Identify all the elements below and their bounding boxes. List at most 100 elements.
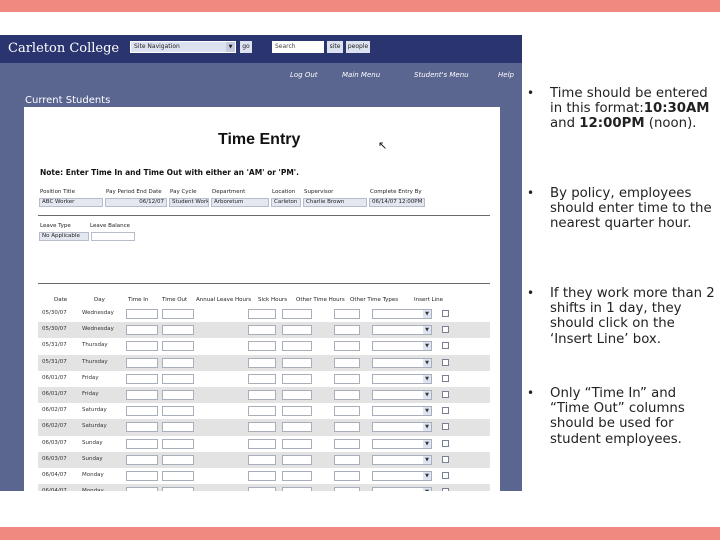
go-button[interactable]: go: [240, 41, 252, 53]
insert-line-checkbox[interactable]: [442, 326, 449, 334]
nav-main-menu[interactable]: Main Menu: [342, 71, 380, 79]
time-out-input[interactable]: [162, 325, 194, 336]
insert-line-checkbox[interactable]: [442, 342, 449, 350]
insert-line-checkbox[interactable]: [442, 374, 449, 382]
time-in-input[interactable]: [126, 325, 158, 336]
time-in-input[interactable]: [126, 438, 158, 449]
table-row: 06/01/07 Friday ▼: [38, 386, 490, 404]
annual-leave-input[interactable]: [248, 373, 276, 384]
time-out-input[interactable]: [162, 487, 194, 491]
other-time-type-select[interactable]: ▼: [372, 341, 432, 352]
insert-line-checkbox[interactable]: [442, 488, 449, 491]
time-out-input[interactable]: [162, 454, 194, 465]
time-out-input[interactable]: [162, 470, 194, 481]
other-time-hours-input[interactable]: [334, 406, 360, 417]
time-out-input[interactable]: [162, 357, 194, 368]
other-time-type-select[interactable]: ▼: [372, 325, 432, 336]
other-time-hours-input[interactable]: [334, 422, 360, 433]
bullet-icon: •: [527, 86, 535, 100]
site-navigation-select[interactable]: Site Navigation ▼: [130, 41, 236, 53]
time-in-input[interactable]: [126, 470, 158, 481]
other-time-type-select[interactable]: ▼: [372, 373, 432, 384]
other-time-type-select[interactable]: ▼: [372, 389, 432, 400]
sick-hours-input[interactable]: [282, 389, 312, 400]
sick-hours-input[interactable]: [282, 438, 312, 449]
sick-hours-input[interactable]: [282, 422, 312, 433]
insert-line-checkbox[interactable]: [442, 390, 449, 398]
sick-hours-input[interactable]: [282, 373, 312, 384]
annual-leave-input[interactable]: [248, 438, 276, 449]
sick-hours-input[interactable]: [282, 454, 312, 465]
other-time-type-select[interactable]: ▼: [372, 438, 432, 449]
nav-help[interactable]: Help: [498, 71, 514, 79]
other-time-hours-input[interactable]: [334, 438, 360, 449]
row-day: Thursday: [82, 342, 108, 349]
sick-hours-input[interactable]: [282, 487, 312, 491]
annual-leave-input[interactable]: [248, 422, 276, 433]
time-out-input[interactable]: [162, 389, 194, 400]
time-in-input[interactable]: [126, 406, 158, 417]
time-in-input[interactable]: [126, 454, 158, 465]
sick-hours-input[interactable]: [282, 357, 312, 368]
time-out-input[interactable]: [162, 373, 194, 384]
other-time-type-select[interactable]: ▼: [372, 487, 432, 491]
annual-leave-input[interactable]: [248, 325, 276, 336]
other-time-hours-input[interactable]: [334, 454, 360, 465]
sick-hours-input[interactable]: [282, 325, 312, 336]
other-time-hours-input[interactable]: [334, 389, 360, 400]
other-time-hours-input[interactable]: [334, 470, 360, 481]
sick-hours-input[interactable]: [282, 341, 312, 352]
other-time-type-select[interactable]: ▼: [372, 406, 432, 417]
other-time-type-select[interactable]: ▼: [372, 470, 432, 481]
other-time-type-select[interactable]: ▼: [372, 454, 432, 465]
time-in-input[interactable]: [126, 357, 158, 368]
time-in-input[interactable]: [126, 341, 158, 352]
time-in-input[interactable]: [126, 373, 158, 384]
other-time-hours-input[interactable]: [334, 325, 360, 336]
sick-hours-input[interactable]: [282, 406, 312, 417]
annual-leave-input[interactable]: [248, 389, 276, 400]
time-in-input[interactable]: [126, 389, 158, 400]
other-time-type-select[interactable]: ▼: [372, 357, 432, 368]
sick-hours-input[interactable]: [282, 470, 312, 481]
time-in-input[interactable]: [126, 422, 158, 433]
other-time-hours-input[interactable]: [334, 357, 360, 368]
other-time-type-select[interactable]: ▼: [372, 309, 432, 319]
nav-students-menu[interactable]: Student's Menu: [414, 71, 469, 79]
insert-line-checkbox[interactable]: [442, 358, 449, 366]
site-search-button[interactable]: site: [327, 41, 343, 53]
time-out-input[interactable]: [162, 309, 194, 319]
time-in-input[interactable]: [126, 309, 158, 319]
annual-leave-input[interactable]: [248, 357, 276, 368]
other-time-hours-input[interactable]: [334, 341, 360, 352]
annual-leave-input[interactable]: [248, 309, 276, 319]
search-input[interactable]: Search: [272, 41, 324, 53]
row-date: 06/02/07: [42, 423, 67, 430]
annual-leave-input[interactable]: [248, 487, 276, 491]
annual-leave-input[interactable]: [248, 454, 276, 465]
other-time-type-select[interactable]: ▼: [372, 422, 432, 433]
row-day: Friday: [82, 374, 99, 381]
time-out-input[interactable]: [162, 341, 194, 352]
annual-leave-input[interactable]: [248, 470, 276, 481]
time-in-input[interactable]: [126, 487, 158, 491]
insert-line-checkbox[interactable]: [442, 310, 449, 317]
sick-hours-input[interactable]: [282, 309, 312, 319]
nav-log-out[interactable]: Log Out: [290, 71, 318, 79]
other-time-hours-input[interactable]: [334, 309, 360, 319]
people-search-button[interactable]: people: [346, 41, 370, 53]
annual-leave-input[interactable]: [248, 406, 276, 417]
other-time-hours-input[interactable]: [334, 373, 360, 384]
insert-line-checkbox[interactable]: [442, 439, 449, 447]
time-out-input[interactable]: [162, 406, 194, 417]
other-time-hours-input[interactable]: [334, 487, 360, 491]
insert-line-checkbox[interactable]: [442, 423, 449, 431]
time-out-input[interactable]: [162, 438, 194, 449]
insert-line-checkbox[interactable]: [442, 471, 449, 479]
value-location: Carleton: [271, 198, 301, 207]
annual-leave-input[interactable]: [248, 341, 276, 352]
time-out-input[interactable]: [162, 422, 194, 433]
insert-line-checkbox[interactable]: [442, 455, 449, 463]
insert-line-checkbox[interactable]: [442, 407, 449, 415]
row-date: 06/04/07: [42, 488, 67, 491]
